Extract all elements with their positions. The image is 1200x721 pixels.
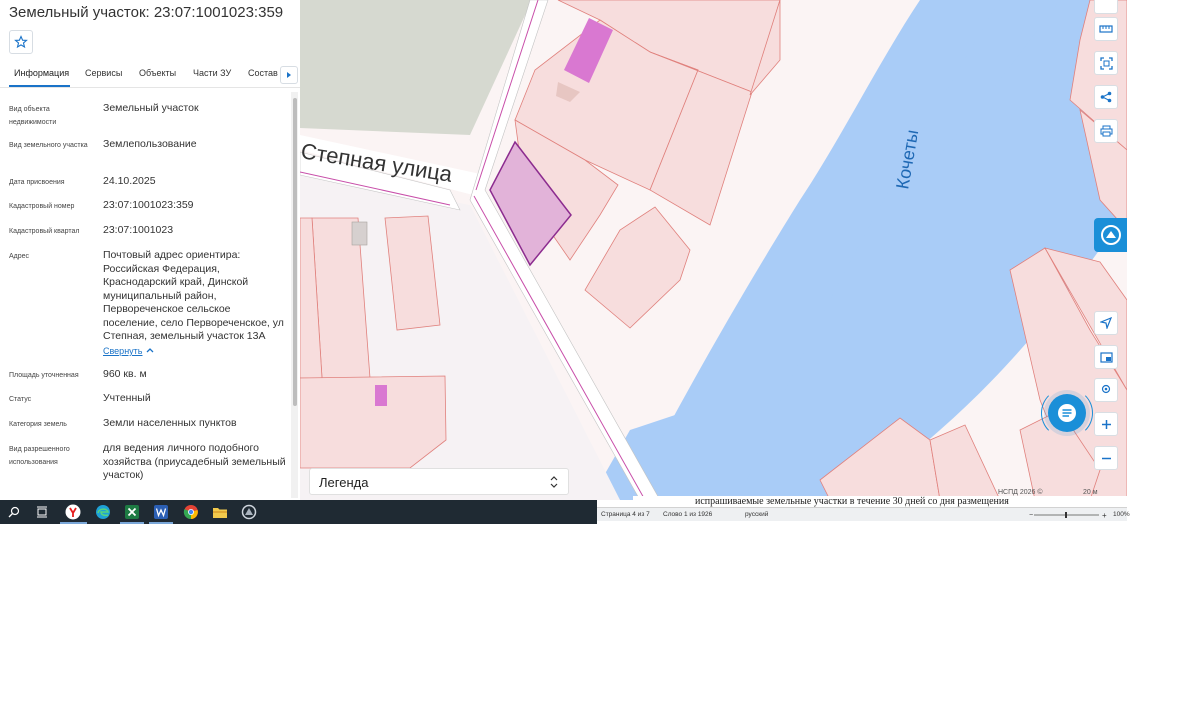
- print-icon[interactable]: [1094, 119, 1118, 143]
- tab-objects[interactable]: Объекты: [139, 68, 176, 78]
- legend-label: Легенда: [319, 475, 369, 490]
- area-select-icon[interactable]: [1094, 51, 1118, 75]
- word-status-bar: Страница 4 из 7 Слово 1 из 1926 русский …: [597, 507, 1130, 521]
- search-icon[interactable]: [5, 503, 23, 521]
- value-land-category: Земли населенных пунктов: [103, 417, 237, 429]
- label-status: Статус: [9, 396, 32, 403]
- language-indicator[interactable]: русский: [745, 511, 768, 518]
- value-object-type: Земельный участок: [103, 102, 199, 114]
- app-icon[interactable]: [240, 503, 258, 521]
- label-address: Адрес: [9, 253, 30, 260]
- tab-parts[interactable]: Части ЗУ: [193, 68, 231, 78]
- task-view-icon[interactable]: [33, 503, 51, 521]
- label-permitted-use: Вид разрешенного использования: [9, 446, 70, 466]
- chevron-up-icon[interactable]: [146, 347, 154, 353]
- svg-text:+: +: [1102, 511, 1107, 519]
- info-panel: Земельный участок: 23:07:1001023:359 Инф…: [0, 0, 300, 500]
- value-area: 960 кв. м: [103, 368, 147, 380]
- scale-label: 20 м: [1083, 489, 1098, 496]
- favorite-button[interactable]: [9, 30, 33, 54]
- map-credit: НСПД 2026 ©: [998, 489, 1043, 496]
- active-tab-indicator: [9, 85, 70, 87]
- map-canvas[interactable]: Степная улица Кочеты: [300, 0, 1127, 500]
- document-text-line: испрашиваемые земельные участки в течени…: [695, 496, 1009, 507]
- tab-bar: Информация Сервисы Объекты Части ЗУ Сост…: [0, 64, 300, 88]
- chat-icon[interactable]: [1048, 394, 1086, 432]
- zoom-slider[interactable]: − +: [1029, 511, 1109, 519]
- active-app-indicator: [120, 522, 144, 524]
- value-parcel-type: Землепользование: [103, 138, 197, 150]
- word-icon[interactable]: [152, 503, 170, 521]
- value-cadastral-number: 23:07:1001023:359: [103, 199, 194, 211]
- ruler-icon[interactable]: [1094, 17, 1118, 41]
- zoom-level[interactable]: 100%: [1113, 511, 1130, 518]
- excel-icon[interactable]: [123, 503, 141, 521]
- zoom-out-icon[interactable]: [1094, 446, 1118, 470]
- active-app-indicator: [60, 522, 87, 524]
- zoom-in-icon[interactable]: [1094, 412, 1118, 436]
- label-cadastral-quarter: Кадастровый квартал: [9, 228, 80, 235]
- edge-icon[interactable]: [94, 503, 112, 521]
- value-address: Почтовый адрес ориентира: Российская Фед…: [103, 249, 284, 342]
- assistant-tab-icon[interactable]: [1094, 218, 1127, 252]
- label-object-type: Вид объекта недвижимости: [9, 106, 57, 126]
- navigation-icon[interactable]: [1094, 311, 1118, 335]
- collapse-link[interactable]: Свернуть: [103, 346, 142, 356]
- value-status: Учтенный: [103, 392, 151, 404]
- value-permitted-use: для ведения личного подобного хозяйства …: [103, 442, 286, 481]
- location-pin-icon[interactable]: [1094, 378, 1118, 402]
- file-explorer-icon[interactable]: [211, 503, 229, 521]
- active-app-indicator: [149, 522, 173, 524]
- chrome-icon[interactable]: [182, 503, 200, 521]
- chevron-right-icon: [287, 72, 291, 78]
- page-indicator[interactable]: Страница 4 из 7: [601, 511, 650, 518]
- map-top-button[interactable]: [1094, 0, 1118, 14]
- star-icon: [14, 35, 28, 49]
- expand-toggle-icon[interactable]: [550, 475, 558, 494]
- label-land-category: Категория земель: [9, 421, 67, 428]
- yandex-browser-icon[interactable]: [64, 503, 82, 521]
- tab-composition[interactable]: Состав: [248, 68, 278, 78]
- value-cadastral-quarter: 23:07:1001023: [103, 224, 174, 236]
- page-title: Земельный участок: 23:07:1001023:359: [9, 4, 284, 21]
- share-icon[interactable]: [1094, 85, 1118, 109]
- tab-info[interactable]: Информация: [14, 68, 69, 78]
- label-cadastral-number: Кадастровый номер: [9, 203, 75, 210]
- word-count[interactable]: Слово 1 из 1926: [663, 511, 712, 518]
- tabs-next-button[interactable]: [280, 66, 298, 84]
- scrollbar-thumb[interactable]: [293, 98, 297, 406]
- layers-icon[interactable]: [1094, 345, 1118, 369]
- windows-taskbar: [0, 500, 597, 524]
- tab-services[interactable]: Сервисы: [85, 68, 122, 78]
- label-assigned-date: Дата присвоения: [9, 179, 65, 186]
- label-parcel-type: Вид земельного участка: [9, 142, 88, 149]
- legend-panel[interactable]: Легенда: [309, 468, 569, 495]
- label-area: Площадь уточненная: [9, 372, 79, 379]
- value-assigned-date: 24.10.2025: [103, 175, 156, 187]
- svg-text:−: −: [1029, 512, 1033, 519]
